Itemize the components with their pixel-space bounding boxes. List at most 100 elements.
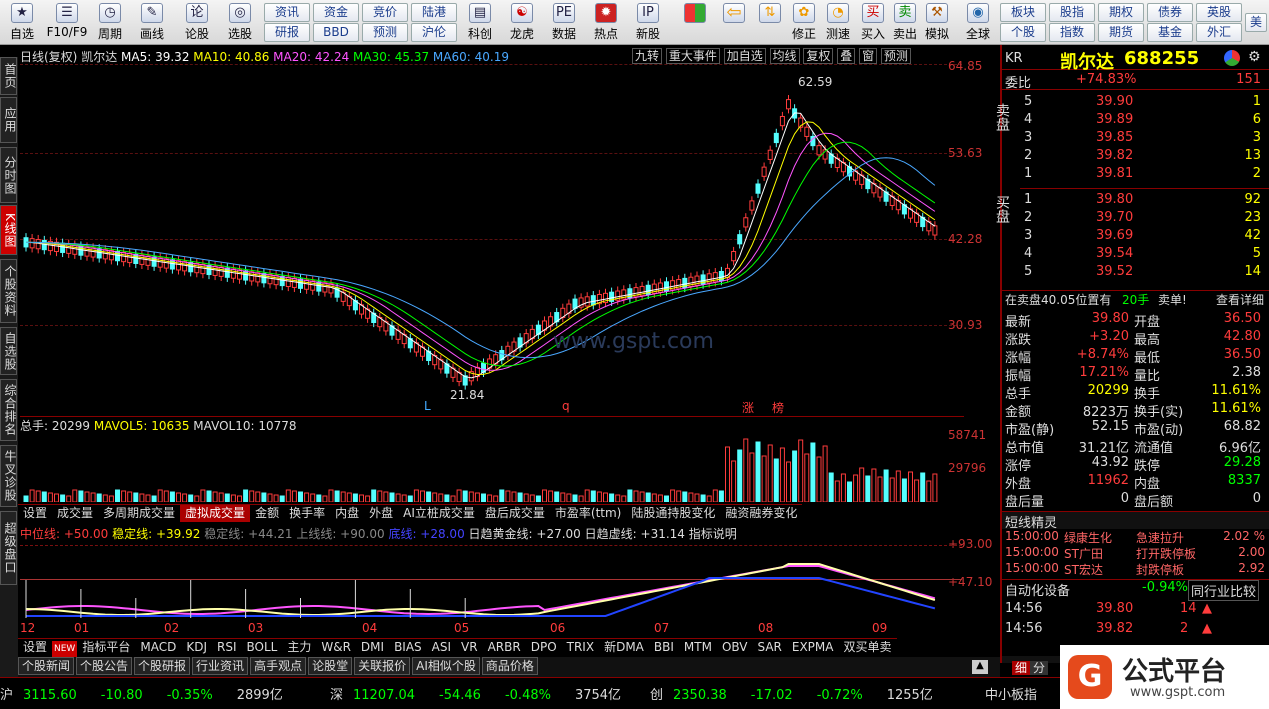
nav-superpanel[interactable]: 超级盘口 (0, 511, 17, 585)
tab-commodity[interactable]: 商品价格 (481, 657, 538, 675)
right-button[interactable]: 期权 (1098, 3, 1144, 22)
app-hot[interactable]: ✹ 热点 (588, 2, 624, 43)
order-row[interactable]: 1 39.80 92 (1002, 192, 1269, 210)
tab-obv[interactable]: OBV (717, 639, 753, 656)
sector-name[interactable]: 自动化设备 (1005, 580, 1070, 599)
color-block-icon[interactable] (680, 2, 710, 43)
right-button[interactable]: 股指 (1049, 3, 1095, 22)
right-button[interactable]: 英股 (1196, 3, 1242, 22)
event-marker[interactable]: L (424, 399, 431, 413)
app-newstock[interactable]: IP 新股 (630, 2, 666, 43)
tab-double[interactable]: 双买单卖 (838, 639, 896, 656)
mid-button[interactable]: 竞价 (362, 3, 408, 22)
indicator-help-button[interactable]: 指标说明 (689, 527, 737, 541)
toolbar-item[interactable]: ◎ 选股 (222, 2, 258, 43)
tab-dmi[interactable]: DMI (356, 639, 389, 656)
event-marker[interactable]: 涨 (742, 399, 754, 416)
collapse-up-icon[interactable]: ▲ (972, 660, 988, 674)
right-button[interactable]: 个股 (1000, 23, 1046, 42)
gear-icon[interactable]: ⚙ (1248, 49, 1261, 65)
mid-button[interactable]: 资金 (313, 3, 359, 22)
order-row[interactable]: 5 39.52 14 (1002, 264, 1269, 282)
event-marker[interactable]: 榜 (772, 399, 784, 416)
order-row[interactable]: 1 39.81 2 (1002, 166, 1269, 184)
index-quote[interactable]: 沪 3115.60 -10.80 -0.35% 2899亿 (0, 684, 283, 703)
mid-button[interactable]: BBD (313, 23, 359, 42)
tab-kdj[interactable]: KDJ (181, 639, 212, 656)
toolbar-item[interactable]: 论论股 (180, 2, 214, 43)
tab-industry[interactable]: 行业资讯 (192, 657, 249, 675)
right-button[interactable]: 指数 (1049, 23, 1095, 42)
app-kechuang[interactable]: ▤ 科创 (462, 2, 498, 43)
mid-button[interactable]: 资讯 (264, 3, 310, 22)
nav-diagnosis[interactable]: 牛叉诊股 (0, 445, 17, 507)
right-button[interactable]: 外汇 (1196, 23, 1242, 42)
mid-button[interactable]: 研报 (264, 23, 310, 42)
order-row[interactable]: 4 39.54 5 (1002, 246, 1269, 264)
tab-expert[interactable]: 高手观点 (250, 657, 307, 675)
index-quote[interactable]: 深 11207.04 -54.46 -0.48% 3754亿 (330, 684, 621, 703)
status-tail[interactable]: 中小板指 (985, 684, 1037, 703)
tab-inner[interactable]: 内盘 (330, 505, 364, 522)
tab-settings[interactable]: 设置 (18, 639, 52, 656)
nav-ranking[interactable]: 综合排名 (0, 379, 17, 441)
tab-margin[interactable]: 融资融券变化 (720, 505, 802, 522)
tab-after-volume[interactable]: 盘后成交量 (480, 505, 550, 522)
right-button[interactable]: 期货 (1098, 23, 1144, 42)
tab-pe-ttm[interactable]: 市盈率(ttm) (550, 505, 626, 522)
app-data[interactable]: PE 数据 (546, 2, 582, 43)
more-button[interactable]: 美 (1245, 13, 1267, 32)
tab-detail[interactable]: 细 (1012, 661, 1031, 675)
mid-button[interactable]: 预测 (362, 23, 408, 42)
tab-amount[interactable]: 金额 (250, 505, 284, 522)
toolbar-item[interactable]: ★ 自选 (4, 2, 40, 43)
toolbar-item[interactable]: ☰ F10/F9 (46, 2, 88, 43)
tab-rsi[interactable]: RSI (212, 639, 242, 656)
tab-related[interactable]: 关联报价 (354, 657, 411, 675)
up-down-icon[interactable]: ⇅ (756, 2, 784, 43)
tab-bbi[interactable]: BBI (649, 639, 679, 656)
tab-report[interactable]: 个股研报 (134, 657, 191, 675)
tab-vr[interactable]: VR (456, 639, 483, 656)
color-circle-icon[interactable] (1224, 50, 1240, 66)
order-row[interactable]: 3 39.85 3 (1002, 130, 1269, 148)
tab-virtual-volume[interactable]: 虚拟成交量 (180, 505, 251, 522)
order-row[interactable]: 3 39.69 42 (1002, 228, 1269, 246)
nav-profile[interactable]: 个股资料 (0, 259, 17, 323)
fix-button[interactable]: ✿ 修正 (788, 2, 820, 43)
tab-asi[interactable]: ASI (427, 639, 456, 656)
view-detail-link[interactable]: 查看详细 (1216, 291, 1264, 308)
industry-compare-button[interactable]: 同行业比较 (1188, 580, 1260, 601)
tab-bias[interactable]: BIAS (389, 639, 427, 656)
speed-button[interactable]: ◔ 测速 (822, 2, 854, 43)
order-row[interactable]: 2 39.70 23 (1002, 210, 1269, 228)
tab-boll[interactable]: BOLL (242, 639, 283, 656)
tab-multi-volume[interactable]: 多周期成交量 (98, 505, 180, 522)
sprite-row[interactable]: 15:00:00 ST宏达 封跌停板 2.92 (1002, 561, 1269, 579)
tab-sar[interactable]: SAR (752, 639, 786, 656)
order-notice[interactable]: 在卖盘40.05位置有 20手 卖单! 查看详细 (1002, 290, 1269, 308)
order-row[interactable]: 2 39.82 13 (1002, 148, 1269, 166)
order-row[interactable]: 5 39.90 1 (1002, 94, 1269, 112)
tab-ind-platform[interactable]: 指标平台 (77, 639, 135, 656)
nav-kline[interactable]: K线图 (0, 205, 17, 255)
tab-trix[interactable]: TRIX (562, 639, 599, 656)
tab-main[interactable]: 主力 (282, 639, 316, 656)
tab-arbr[interactable]: ARBR (483, 639, 526, 656)
nav-watchlist[interactable]: 自选股 (0, 327, 17, 375)
tab-mtm[interactable]: MTM (679, 639, 717, 656)
right-button[interactable]: 债券 (1147, 3, 1193, 22)
tab-dma[interactable]: 新DMA (599, 639, 649, 656)
tab-turnover[interactable]: 换手率 (284, 505, 330, 522)
toolbar-item[interactable]: ◷ 周期 (92, 2, 128, 43)
index-quote[interactable]: 创 2350.38 -17.02 -0.72% 1255亿 (650, 684, 933, 703)
kline-chart-area[interactable]: 日线(复权) 凯尔达 MA5: 39.32 MA10: 40.86 MA20: … (18, 45, 1000, 663)
nav-timeshare[interactable]: 分时图 (0, 147, 17, 203)
tab-notice[interactable]: 个股公告 (76, 657, 133, 675)
tab-expma[interactable]: EXPMA (787, 639, 839, 656)
app-longhu[interactable]: ☯ 龙虎 (504, 2, 540, 43)
tab-volume[interactable]: 成交量 (52, 505, 98, 522)
tab-macd[interactable]: MACD (135, 639, 181, 656)
back-arrow-icon[interactable]: ⇦ (716, 2, 752, 43)
tab-news[interactable]: 个股新闻 (18, 657, 75, 675)
